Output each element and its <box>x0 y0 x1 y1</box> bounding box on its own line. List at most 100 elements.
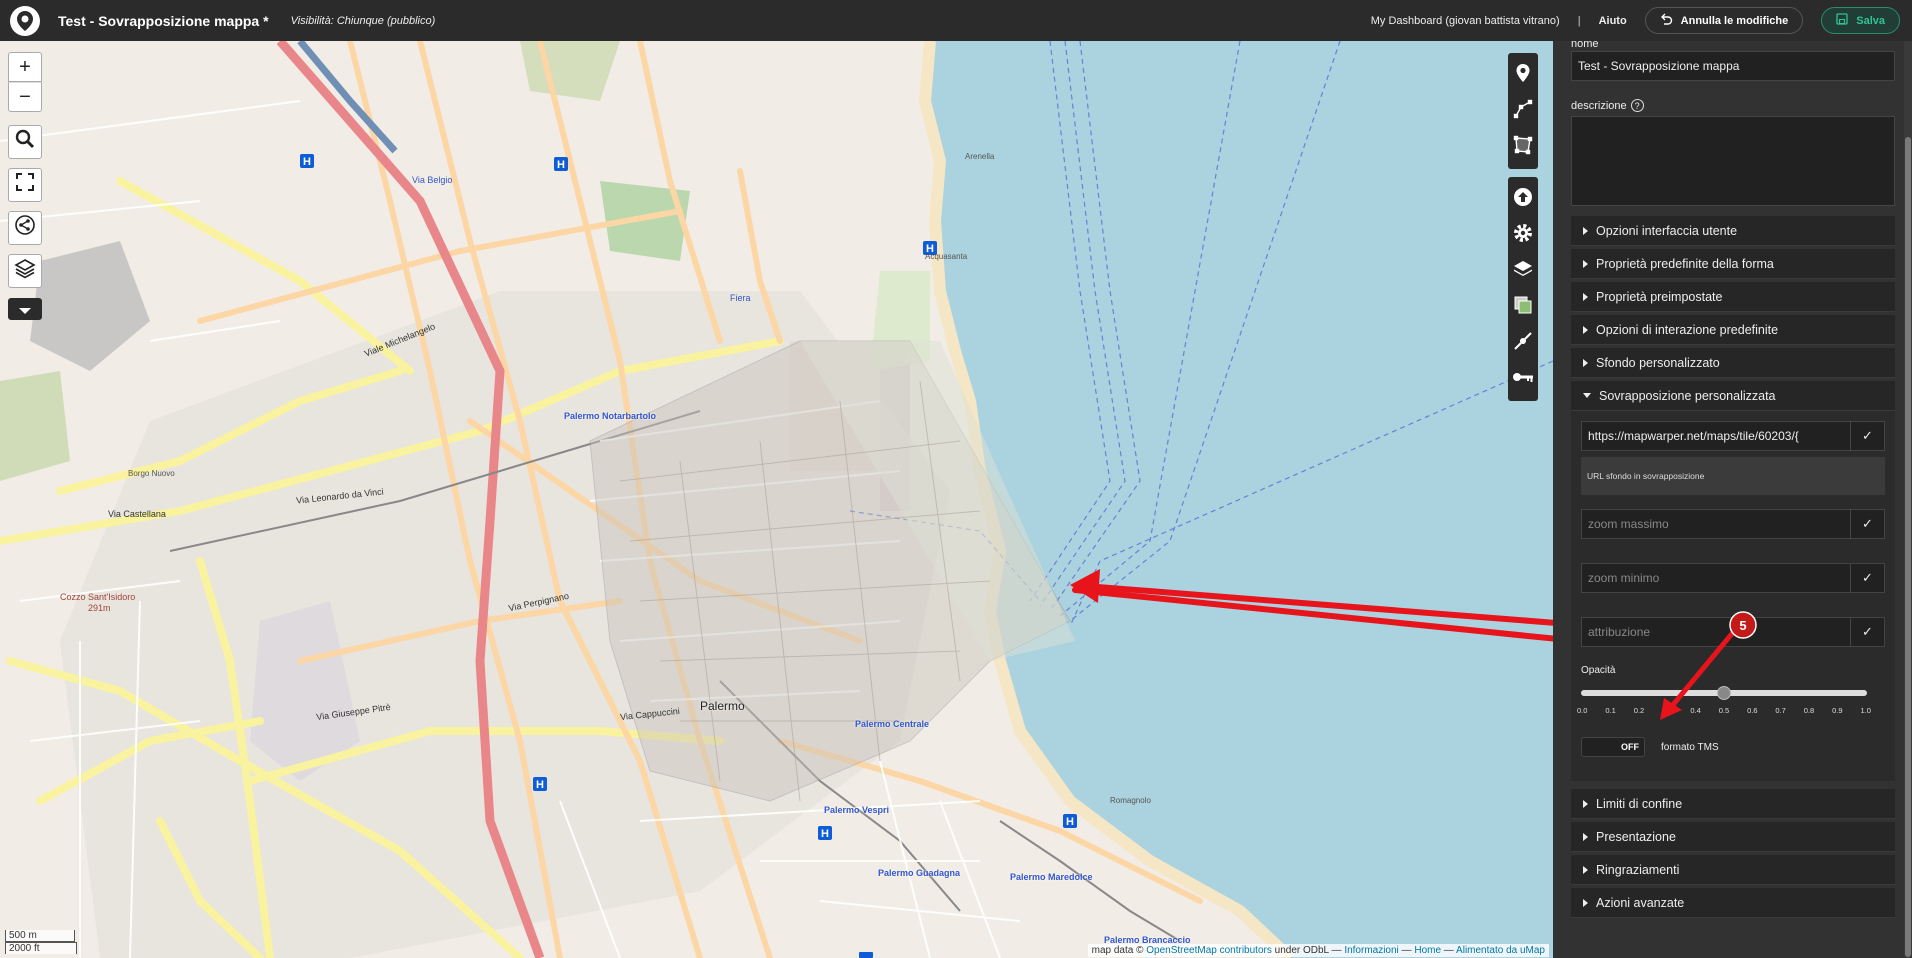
fullscreen-button[interactable] <box>8 168 42 202</box>
permissions-icon <box>1513 331 1533 356</box>
tms-label: formato TMS <box>1661 741 1719 753</box>
search-button[interactable] <box>8 125 42 159</box>
settings-panel: nome Test - Sovrapposizione mappa descri… <box>1553 41 1912 958</box>
opacity-tick: 0.8 <box>1803 706 1815 715</box>
caret-right-icon <box>1583 292 1588 301</box>
opacity-slider-thumb[interactable] <box>1717 686 1731 700</box>
marker-icon <box>1515 63 1531 88</box>
confirm-attribution-button[interactable]: ✓ <box>1851 617 1885 647</box>
upload-icon <box>1513 187 1533 212</box>
layers-button[interactable] <box>8 254 42 288</box>
zoom-in-button[interactable]: + <box>8 52 42 82</box>
tms-toggle[interactable]: OFF <box>1581 737 1645 757</box>
zoom-max-input[interactable]: zoom massimo <box>1581 509 1851 539</box>
caret-right-icon <box>1583 325 1588 334</box>
section-bounds[interactable]: Limiti di confine <box>1571 789 1895 819</box>
section-label: Opzioni di interazione predefinite <box>1596 322 1779 337</box>
dashboard-link[interactable]: My Dashboard (giovan battista vitrano) <box>1371 15 1560 27</box>
manage-layers-button[interactable] <box>1508 253 1538 289</box>
edit-permissions-button[interactable] <box>1508 325 1538 361</box>
info-link[interactable]: Informazioni <box>1344 945 1398 956</box>
opacity-tick: 0.5 <box>1718 706 1730 715</box>
caret-right-icon <box>1583 226 1588 235</box>
map-attribution: map data © OpenStreetMap contributors un… <box>1087 944 1549 957</box>
fullscreen-icon <box>15 172 35 198</box>
scrollbar-thumb[interactable] <box>1905 137 1911 957</box>
map-settings-button[interactable] <box>1508 217 1538 253</box>
map-title[interactable]: Test - Sovrapposizione mappa * <box>58 13 269 29</box>
visibility-status: Visibilità: Chiunque (pubblico) <box>290 14 436 27</box>
layers-icon <box>14 257 36 285</box>
confirm-zoom-max-button[interactable]: ✓ <box>1851 509 1885 539</box>
label-borgo-nuovo: Borgo Nuovo <box>128 469 175 478</box>
zoom-out-button[interactable]: − <box>8 82 42 112</box>
opacity-ticks: 0.0 0.1 0.2 0.3 0.4 0.5 0.6 0.7 0.8 0.9 1.0 <box>1577 706 1871 715</box>
umap-logo[interactable] <box>10 5 40 36</box>
attribution-mid: under ODbL — <box>1271 945 1345 956</box>
draw-polygon-button[interactable] <box>1508 129 1538 165</box>
description-label: descrizione <box>1571 99 1627 112</box>
home-link[interactable]: Home <box>1414 945 1441 956</box>
confirm-url-button[interactable]: ✓ <box>1851 421 1885 451</box>
section-presentation[interactable]: Presentazione <box>1571 822 1895 852</box>
save-button[interactable]: Salva <box>1821 7 1900 34</box>
section-custom-background[interactable]: Sfondo personalizzato <box>1571 348 1895 378</box>
caret-down-icon <box>18 298 32 321</box>
line-icon <box>1513 99 1533 124</box>
key-button[interactable] <box>1508 361 1538 397</box>
caret-down-icon <box>1583 393 1591 398</box>
section-label: Opzioni interfaccia utente <box>1596 223 1738 238</box>
label-via-castellana: Via Castellana <box>108 509 166 519</box>
confirm-zoom-min-button[interactable]: ✓ <box>1851 563 1885 593</box>
label-santisidoro: Cozzo Sant'Isidoro <box>60 592 136 602</box>
undo-button[interactable]: Annulla le modifiche <box>1644 7 1804 34</box>
umap-link[interactable]: Alimentato da uMap <box>1456 945 1545 956</box>
opacity-slider[interactable] <box>1581 686 1867 700</box>
draw-marker-button[interactable] <box>1508 57 1538 93</box>
name-field[interactable]: Test - Sovrapposizione mappa <box>1571 51 1895 81</box>
help-link[interactable]: Aiuto <box>1599 15 1627 27</box>
label-guadagna: Palermo Guadagna <box>878 868 961 878</box>
label-fiera: Fiera <box>730 293 751 303</box>
share-icon <box>14 214 36 242</box>
section-credits[interactable]: Ringraziamenti <box>1571 855 1895 885</box>
edit-toolbar <box>1508 53 1538 409</box>
import-button[interactable] <box>1508 181 1538 217</box>
description-label-row: descrizione ? <box>1571 99 1901 112</box>
save-icon <box>1836 13 1848 28</box>
attribution-sep: — <box>1441 945 1457 956</box>
section-custom-overlay[interactable]: Sovrapposizione personalizzata <box>1571 381 1895 411</box>
description-field[interactable] <box>1571 116 1895 206</box>
help-icon[interactable]: ? <box>1630 99 1644 112</box>
section-label: Limiti di confine <box>1596 796 1683 811</box>
opacity-tick: 0.6 <box>1747 706 1758 715</box>
layers-icon <box>1513 259 1533 284</box>
caret-right-icon <box>1583 259 1588 268</box>
tilelayer-button[interactable] <box>1508 289 1538 325</box>
opacity-tick: 0.2 <box>1633 706 1645 715</box>
label-centrale: Palermo Centrale <box>855 719 930 729</box>
osm-link[interactable]: OpenStreetMap contributors <box>1146 945 1272 956</box>
share-button[interactable] <box>8 211 42 245</box>
svg-text:H: H <box>1066 816 1074 828</box>
label-santisidoro-alt: 291m <box>88 603 111 613</box>
draw-line-button[interactable] <box>1508 93 1538 129</box>
attribution-input[interactable]: attribuzione <box>1581 617 1851 647</box>
overlay-url-input[interactable]: https://mapwarper.net/maps/tile/60203/{ <box>1581 421 1851 451</box>
section-default-props[interactable]: Proprietà preimpostate <box>1571 282 1895 312</box>
caret-right-icon <box>1583 358 1588 367</box>
name-label: nome <box>1571 41 1599 49</box>
more-controls-button[interactable] <box>8 298 42 320</box>
svg-text:H: H <box>303 156 311 168</box>
section-interaction-options[interactable]: Opzioni di interazione predefinite <box>1571 315 1895 345</box>
section-advanced-actions[interactable]: Azioni avanzate <box>1571 888 1895 918</box>
section-default-shape-props[interactable]: Proprietà predefinite della forma <box>1571 249 1895 279</box>
svg-text:H: H <box>821 828 829 840</box>
panel-scrollbar[interactable] <box>1904 41 1912 958</box>
label-palermo: Palermo <box>700 699 745 713</box>
label-maredolce: Palermo Maredolce <box>1010 872 1093 882</box>
zoom-min-input[interactable]: zoom minimo <box>1581 563 1851 593</box>
section-ui-options[interactable]: Opzioni interfaccia utente <box>1571 216 1895 246</box>
opacity-tick: 0.3 <box>1662 706 1673 715</box>
map-canvas[interactable]: HHH HHH Palermo Palermo Notarbartolo Pal… <box>0 41 1553 958</box>
